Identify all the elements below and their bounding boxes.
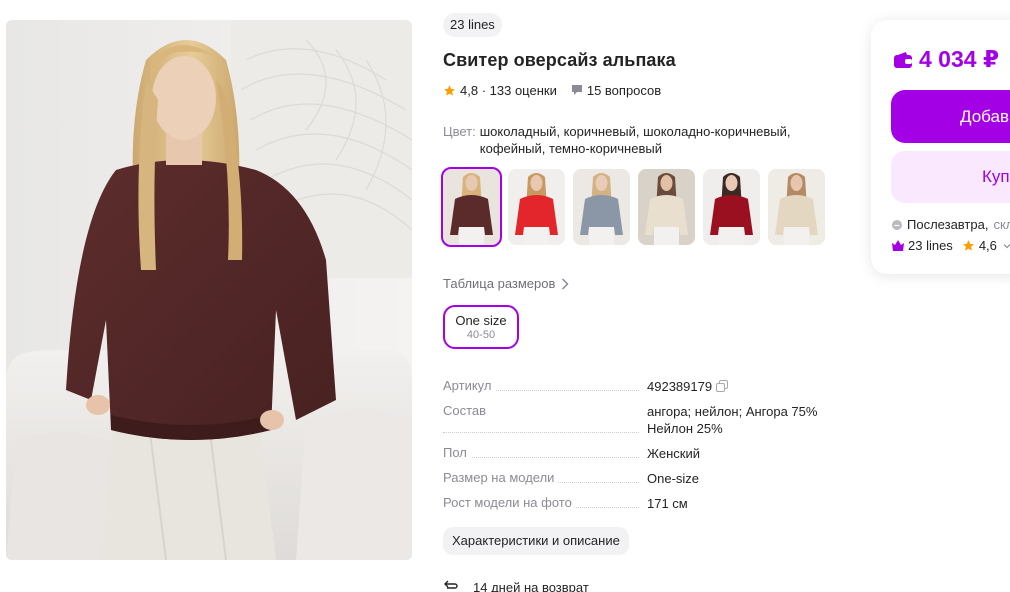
spec-value: One-size	[647, 471, 700, 486]
color-thumbnail-grey-blue[interactable]	[573, 169, 630, 245]
size-option-one-size[interactable]: One size 40-50	[443, 305, 519, 349]
spec-value: ангора; нейлон; Ангора 75% Нейлон 25%	[647, 404, 818, 436]
price-value: 4 034 ₽	[919, 46, 999, 72]
clock-icon	[892, 219, 902, 230]
seller-rating: 4,6	[978, 238, 997, 253]
buy-now-button[interactable]: Купить сейчас	[891, 151, 1010, 203]
color-thumbnails	[441, 167, 825, 247]
color-label: Цвет:	[443, 124, 476, 139]
question-icon	[571, 85, 582, 95]
delivery-day: Послезавтра,	[907, 217, 989, 232]
rating-row[interactable]: 4,8 · 133 оценки 15 вопросов	[443, 82, 661, 98]
seller-name: 23 lines	[908, 238, 953, 253]
star-icon	[962, 240, 974, 251]
delivery-info: Послезавтра, склад WB	[892, 217, 1010, 232]
ratings-count[interactable]: 133 оценки	[490, 83, 557, 98]
spec-value: 492389179	[647, 379, 713, 394]
seller-info[interactable]: 23 lines 4,6	[892, 238, 1010, 253]
color-thumbnail-red[interactable]	[508, 169, 565, 245]
color-thumbnail-cream-vneck[interactable]	[638, 169, 695, 245]
crown-icon	[892, 240, 904, 251]
size-name: One size	[455, 313, 507, 328]
delivery-source: склад WB	[993, 217, 1010, 232]
product-title: Свитер оверсайз альпака	[443, 50, 676, 70]
spec-value: Женский	[647, 446, 700, 461]
price: 4 034 ₽	[893, 46, 999, 73]
return-policy-label: 14 дней на возврат	[473, 579, 589, 592]
size-table-label: Таблица размеров	[443, 276, 556, 291]
questions-count[interactable]: 15 вопросов	[587, 83, 661, 98]
color-thumbnail-beige[interactable]	[768, 169, 825, 245]
color-thumbnail-chocolate[interactable]	[441, 167, 502, 247]
spec-row-article: Артикул 492389179	[443, 378, 843, 395]
color-value: шоколадный, коричневый, шоколадно-коричн…	[479, 124, 791, 156]
color-row: Цвет: шоколадный, коричневый, шоколадно-…	[443, 123, 823, 157]
spec-row-gender: Пол Женский	[443, 445, 843, 462]
star-icon	[444, 84, 455, 96]
product-main-photo[interactable]	[6, 20, 412, 560]
wallet-icon	[894, 51, 912, 68]
rating-value: 4,8	[460, 82, 479, 98]
characteristics-button[interactable]: Характеристики и описание	[443, 527, 629, 555]
return-icon	[444, 580, 458, 589]
size-table-link[interactable]: Таблица размеров	[443, 276, 569, 291]
spec-row-model-size: Размер на модели One-size	[443, 470, 843, 487]
spec-key: Состав	[443, 403, 491, 418]
brand-chip[interactable]: 23 lines	[443, 13, 502, 37]
rating-separator: ·	[478, 82, 490, 98]
spec-key: Рост модели на фото	[443, 495, 576, 510]
copy-icon[interactable]	[716, 380, 729, 392]
color-thumbnail-burgundy[interactable]	[703, 169, 760, 245]
purchase-card: 4 034 ₽ Добавить в корзину Купить сейчас…	[871, 20, 1010, 274]
spec-row-composition: Состав ангора; нейлон; Ангора 75% Нейлон…	[443, 403, 843, 437]
chevron-right-icon	[562, 277, 569, 290]
chevron-down-icon	[1003, 243, 1010, 248]
spec-key: Артикул	[443, 378, 496, 393]
spec-value: 171 см	[647, 496, 688, 511]
spec-key: Размер на модели	[443, 470, 559, 485]
spec-row-model-height: Рост модели на фото 171 см	[443, 495, 843, 512]
spec-key: Пол	[443, 445, 471, 460]
return-policy[interactable]: 14 дней на возврат	[443, 579, 589, 592]
add-to-cart-button[interactable]: Добавить в корзину	[891, 90, 1010, 143]
size-range: 40-50	[466, 329, 496, 341]
